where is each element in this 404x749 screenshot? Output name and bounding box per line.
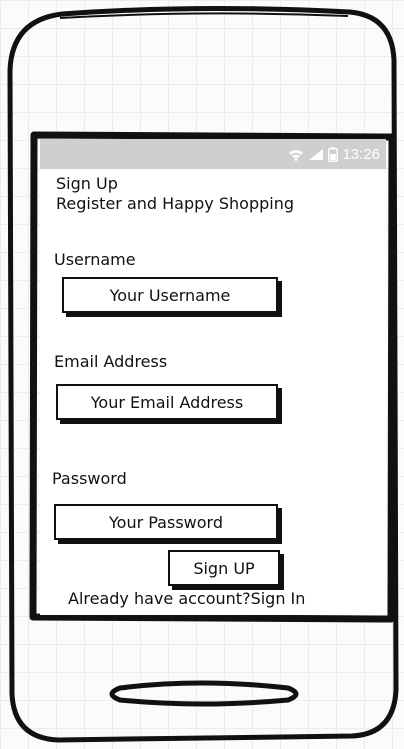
sign-in-link[interactable]: Sign In — [251, 589, 306, 608]
wifi-icon — [288, 148, 304, 161]
password-placeholder: Your Password — [109, 512, 223, 532]
username-field[interactable]: Your Username — [62, 277, 278, 313]
status-bar: 13:26 — [40, 139, 386, 169]
page-subtitle: Register and Happy Shopping — [56, 194, 294, 213]
signal-icon — [308, 148, 324, 161]
battery-icon — [328, 146, 339, 162]
sign-up-button[interactable]: Sign UP — [168, 550, 280, 586]
username-label: Username — [54, 250, 136, 269]
page-title: Sign Up — [56, 174, 118, 193]
phone-frame: 13:26 Sign Up Register and Happy Shoppin… — [0, 0, 404, 749]
password-field[interactable]: Your Password — [54, 504, 278, 540]
status-time: 13:26 — [342, 145, 380, 163]
sign-in-prompt-text: Already have account? — [68, 589, 251, 608]
sign-in-prompt: Already have account?Sign In — [68, 589, 305, 608]
email-field[interactable]: Your Email Address — [56, 384, 278, 420]
email-label: Email Address — [54, 352, 168, 371]
sign-up-button-label: Sign UP — [193, 558, 255, 578]
username-placeholder: Your Username — [109, 285, 231, 305]
email-placeholder: Your Email Address — [90, 392, 244, 412]
password-label: Password — [52, 469, 127, 488]
